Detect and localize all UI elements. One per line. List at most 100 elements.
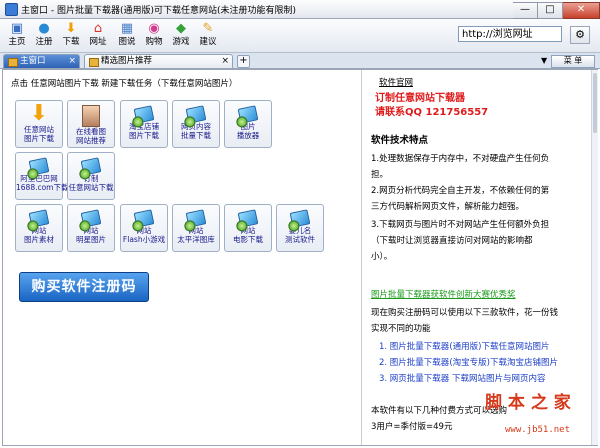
tile-label: 网页内容 <box>181 122 211 131</box>
tile-label: 网站 <box>136 226 152 235</box>
toolbar-label: 图说 <box>118 37 136 47</box>
tile-label: 测试软件 <box>285 235 315 244</box>
feature-line: 担。 <box>371 170 389 180</box>
tile-flash-games[interactable]: 网站 Flash小游戏 <box>120 204 168 252</box>
title-bar: 主窗口 - 图片批量下载器(通用版)可下载任意网站(未注册功能有限制) — □ … <box>0 0 600 19</box>
custom-download-text: 订制任意网站下载器 <box>375 93 465 104</box>
chevron-down-icon[interactable]: ▼ <box>541 56 547 65</box>
address-input[interactable]: http://浏览网址 <box>458 26 562 42</box>
toolbar-button-register[interactable]: ● 注册 <box>31 21 57 50</box>
gem-icon <box>289 209 311 228</box>
gem-icon <box>237 105 259 124</box>
toolbar-button-game[interactable]: ◆ 游戏 <box>168 21 194 50</box>
tab-main-window[interactable]: 主窗口 × <box>3 54 80 68</box>
tile-online-gallery[interactable]: 在线看图 网站推荐 <box>67 100 115 148</box>
tile-movie-download[interactable]: 网站 电影下载 <box>224 204 272 252</box>
panel-splitter[interactable] <box>361 70 362 445</box>
gem-icon <box>28 209 50 228</box>
close-icon[interactable]: × <box>221 55 229 68</box>
toolbar-label: 主页 <box>8 37 26 47</box>
vertical-scrollbar[interactable] <box>591 70 598 445</box>
gem-icon <box>185 105 207 124</box>
buy-registration-button[interactable]: 购买软件注册码 <box>19 272 149 302</box>
tile-label: 网站推荐 <box>76 136 106 145</box>
toolbar-label: 下载 <box>62 37 80 47</box>
picture-icon: ▦ <box>120 21 134 36</box>
toolbar-button-suggest[interactable]: ✎ 建议 <box>195 21 221 50</box>
gem-icon <box>185 209 207 228</box>
product-item[interactable]: 3. 网页批量下载器 下载网站图片与网页内容 <box>379 372 546 386</box>
minimize-button[interactable]: — <box>513 1 538 19</box>
toolbar-label: 注册 <box>35 37 53 47</box>
features-title: 软件技术特点 <box>371 135 429 146</box>
watermark-url: www.jb51.net <box>505 425 571 435</box>
tile-alibaba[interactable]: 阿里巴巴网 1688.com下载 <box>15 152 69 200</box>
tile-label: 图片下载 <box>129 131 159 140</box>
toolbar-label: 购物 <box>145 37 163 47</box>
folder-icon <box>8 58 18 67</box>
tile-label: 1688.com下载 <box>16 183 69 192</box>
tab-bar: 主窗口 × 精选图片推荐 × + ▼ 菜 单 <box>0 53 600 69</box>
new-tab-button[interactable]: + <box>237 55 250 68</box>
feature-line: （下载时让浏览器直接访问对网站的影响都 <box>371 236 533 246</box>
feature-line: 小）。 <box>371 252 393 262</box>
download-icon: ⬇ <box>65 21 77 36</box>
toolbar-button-url[interactable]: ⌂ 网址 <box>85 21 111 50</box>
toolbar-button-home[interactable]: ▣ 主页 <box>4 21 30 50</box>
contact-qq-text: 请联系QQ 121756557 <box>375 107 489 118</box>
tile-label: 网站 <box>83 226 99 235</box>
tile-image-player[interactable]: 图片 播放器 <box>224 100 272 148</box>
gem-icon <box>133 105 155 124</box>
toolbar-button-picture[interactable]: ▦ 图说 <box>114 21 140 50</box>
tile-taobao-download[interactable]: 淘宝店铺 图片下载 <box>120 100 168 148</box>
tile-label: 图片素材 <box>24 235 54 244</box>
close-button[interactable]: ✕ <box>563 1 600 19</box>
toolbar-button-shopping[interactable]: ◉ 购物 <box>141 21 167 50</box>
window-controls: — □ ✕ <box>513 1 600 19</box>
tile-label: 网站 <box>240 226 256 235</box>
tile-label: 婴儿名 <box>288 226 312 235</box>
header-instruction: 点击 任意网站图片下载 新建下载任务（下载任意网站图片） <box>11 79 238 89</box>
toolbar-label: 建议 <box>199 37 217 47</box>
app-icon <box>5 2 18 16</box>
product-item[interactable]: 2. 图片批量下载器(淘宝专版)下载淘宝店铺图片 <box>379 356 558 370</box>
maximize-button[interactable]: □ <box>538 1 563 19</box>
shopping-icon: ◉ <box>148 21 160 36</box>
tile-baby-name[interactable]: 婴儿名 测试软件 <box>276 204 324 252</box>
product-item[interactable]: 1. 图片批量下载器(通用版)下载任意网站图片 <box>379 340 549 354</box>
feature-line: 1.处理数据保存于内存中，不对硬盘产生任何负 <box>371 154 550 164</box>
tile-label: 任意网站下载 <box>68 183 114 192</box>
game-icon: ◆ <box>176 21 186 36</box>
watermark-title: 脚 本 之 家 <box>485 393 571 413</box>
tile-label: 播放器 <box>236 131 260 140</box>
tile-label: 网站 <box>188 226 204 235</box>
gear-icon[interactable]: ⚙ <box>570 26 590 44</box>
toolbar-button-download[interactable]: ⬇ 下载 <box>58 21 84 50</box>
tab-label: 精选图片推荐 <box>101 56 153 66</box>
feature-line: 3.下载网页与图片时不对网站产生任何额外负担 <box>371 220 550 230</box>
award-link[interactable]: 图片批量下载器获软件创新大赛优秀奖 <box>371 288 516 302</box>
close-icon[interactable]: × <box>68 55 76 68</box>
toolbar-label: 网址 <box>89 37 107 47</box>
tile-label: 阿里巴巴网 <box>20 174 58 183</box>
tile-custom-download[interactable]: 订制 任意网站下载 <box>67 152 115 200</box>
left-panel: 点击 任意网站图片下载 新建下载任务（下载任意网站图片） ⬇ 任意网站 图片下载… <box>3 70 358 445</box>
tile-label: 淘宝店铺 <box>129 122 159 131</box>
tile-any-site-download[interactable]: ⬇ 任意网站 图片下载 <box>15 100 63 148</box>
gem-icon <box>133 209 155 228</box>
tile-webpage-batch[interactable]: 网页内容 批量下载 <box>172 100 220 148</box>
tab-featured-images[interactable]: 精选图片推荐 × <box>84 54 233 68</box>
gem-icon <box>80 209 102 228</box>
tile-pconline-gallery[interactable]: 网站 太平洋图库 <box>172 204 220 252</box>
tile-star-images[interactable]: 网站 明星图片 <box>67 204 115 252</box>
tile-label: 图片 <box>240 122 256 131</box>
scroll-thumb[interactable] <box>593 73 597 133</box>
feature-line: 三方代码解析网页文件，解析能力超强。 <box>371 202 525 212</box>
registration-intro: 现在购买注册码可以使用以下三款软件，花一份钱 <box>371 308 559 318</box>
tile-image-assets[interactable]: 网站 图片素材 <box>15 204 63 252</box>
tile-label: 明星图片 <box>76 235 106 244</box>
suggest-icon: ✎ <box>202 21 214 36</box>
tile-label: 网站 <box>31 226 47 235</box>
menu-button[interactable]: 菜 单 <box>551 55 595 68</box>
official-site-link[interactable]: 软件官网 <box>379 76 413 90</box>
